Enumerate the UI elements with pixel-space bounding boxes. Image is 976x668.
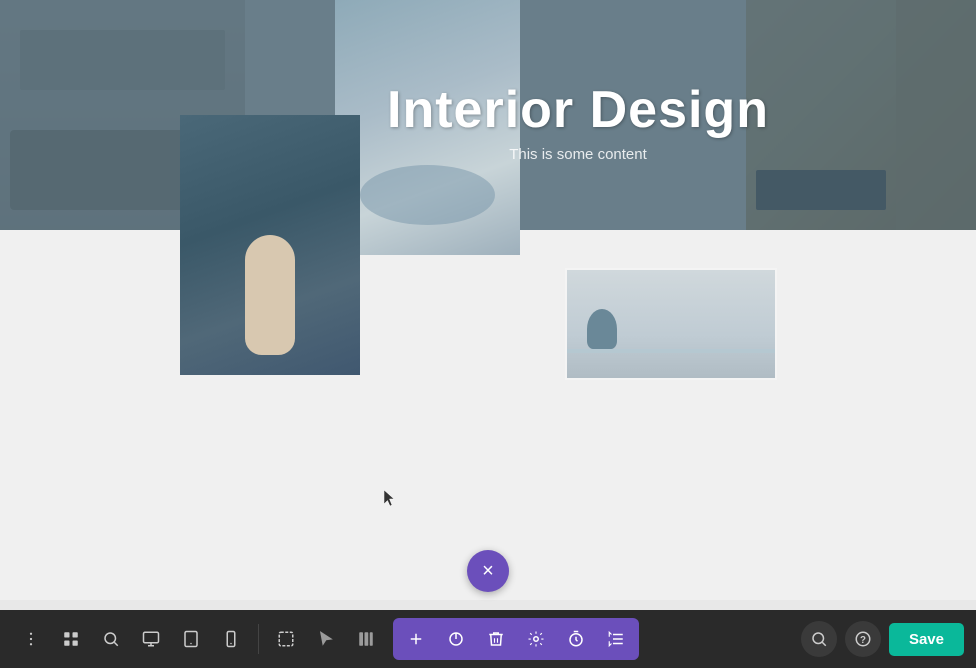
tablet-icon <box>182 630 200 648</box>
timer-icon <box>567 630 585 648</box>
menu-button[interactable] <box>12 620 50 658</box>
divider-1 <box>258 624 259 654</box>
toolbar-left-group <box>12 620 250 658</box>
vase-image <box>180 115 360 375</box>
canvas-area: Interior Design This is some content <box>0 0 976 600</box>
photo-vase[interactable] <box>180 115 360 375</box>
select-icon <box>277 630 295 648</box>
pointer-icon <box>317 630 335 648</box>
photo-center-chair[interactable] <box>335 0 520 255</box>
add-icon <box>407 630 425 648</box>
help-button[interactable]: ? <box>845 621 881 657</box>
columns-button[interactable] <box>347 620 385 658</box>
cursor <box>384 490 396 508</box>
photo-shelf[interactable] <box>565 268 777 380</box>
trash-icon <box>487 630 505 648</box>
delete-button[interactable] <box>477 620 515 658</box>
save-button[interactable]: Save <box>889 623 964 656</box>
toolbar-purple-group <box>393 618 639 660</box>
svg-text:?: ? <box>860 635 866 646</box>
collage-section: Interior Design This is some content <box>0 0 976 390</box>
grid-view-button[interactable] <box>52 620 90 658</box>
sort-icon <box>607 630 625 648</box>
floating-close-button[interactable]: × <box>467 550 509 592</box>
timer-button[interactable] <box>557 620 595 658</box>
search-circle-button[interactable] <box>801 621 837 657</box>
toolbar-right-group: ? Save <box>801 621 964 657</box>
menu-icon <box>22 630 40 648</box>
power-icon <box>447 630 465 648</box>
search-circle-icon <box>810 630 828 648</box>
sort-button[interactable] <box>597 620 635 658</box>
zoom-icon <box>102 630 120 648</box>
grid-icon <box>62 630 80 648</box>
select-button[interactable] <box>267 620 305 658</box>
columns-icon <box>357 630 375 648</box>
power-button[interactable] <box>437 620 475 658</box>
settings-icon <box>527 630 545 648</box>
chair-image <box>335 0 520 255</box>
mobile-icon <box>222 630 240 648</box>
tablet-button[interactable] <box>172 620 210 658</box>
zoom-button[interactable] <box>92 620 130 658</box>
mobile-button[interactable] <box>212 620 250 658</box>
bottom-toolbar: ? Save <box>0 610 976 668</box>
settings-button[interactable] <box>517 620 555 658</box>
toolbar-middle-group <box>267 620 385 658</box>
help-icon: ? <box>854 630 872 648</box>
add-button[interactable] <box>397 620 435 658</box>
desktop-icon <box>142 630 160 648</box>
shelf-image <box>567 270 775 378</box>
close-icon: × <box>482 561 494 581</box>
pointer-button[interactable] <box>307 620 345 658</box>
desktop-button[interactable] <box>132 620 170 658</box>
